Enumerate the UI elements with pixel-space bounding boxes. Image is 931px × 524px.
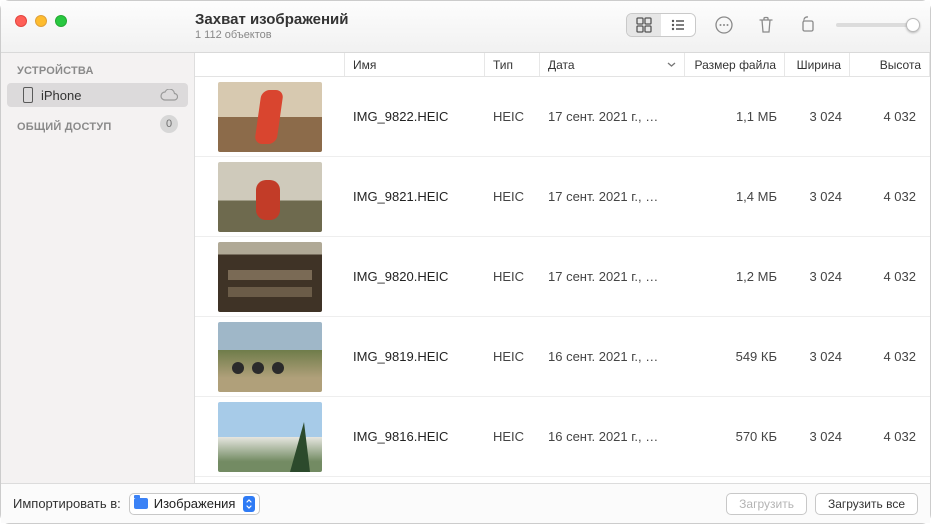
cell-name: IMG_9820.HEIC <box>345 269 485 284</box>
col-size[interactable]: Размер файла <box>685 53 785 76</box>
sidebar-device-label: iPhone <box>41 88 81 103</box>
rotate-button[interactable] <box>794 13 822 37</box>
maximize-button[interactable] <box>55 15 67 27</box>
col-date[interactable]: Дата <box>540 53 685 76</box>
phone-icon <box>23 87 33 103</box>
table-row[interactable]: IMG_9819.HEIC HEIC 16 сент. 2021 г., … 5… <box>195 317 930 397</box>
thumbnail <box>218 402 322 472</box>
ellipsis-circle-icon <box>714 15 734 35</box>
thumbnail <box>218 242 322 312</box>
table-row[interactable]: IMG_9820.HEIC HEIC 17 сент. 2021 г., … 1… <box>195 237 930 317</box>
col-height[interactable]: Высота <box>850 53 930 76</box>
cell-type: HEIC <box>485 429 540 444</box>
cell-height: 4 032 <box>850 269 930 284</box>
table-body: IMG_9822.HEIC HEIC 17 сент. 2021 г., … 1… <box>195 77 930 483</box>
delete-button[interactable] <box>752 13 780 37</box>
cell-name: IMG_9819.HEIC <box>345 349 485 364</box>
chevron-down-icon <box>667 60 676 69</box>
cell-size: 1,4 МБ <box>685 189 785 204</box>
sidebar-item-iphone[interactable]: iPhone <box>7 83 188 107</box>
window-title: Захват изображений <box>195 11 348 28</box>
thumbnail <box>218 162 322 232</box>
sidebar: УСТРОЙСТВА iPhone ОБЩИЙ ДОСТУП x 0 <box>1 53 195 483</box>
cell-name: IMG_9821.HEIC <box>345 189 485 204</box>
close-button[interactable] <box>15 15 27 27</box>
cell-size: 570 КБ <box>685 429 785 444</box>
grid-icon <box>636 17 652 33</box>
window-controls <box>15 15 195 27</box>
cell-type: HEIC <box>485 109 540 124</box>
trash-icon <box>757 15 775 35</box>
thumbnail <box>218 322 322 392</box>
cell-date: 17 сент. 2021 г., … <box>540 269 685 284</box>
cell-date: 17 сент. 2021 г., … <box>540 109 685 124</box>
sidebar-devices-header: УСТРОЙСТВА <box>1 61 194 81</box>
cell-height: 4 032 <box>850 189 930 204</box>
more-button[interactable] <box>710 13 738 37</box>
col-date-label: Дата <box>548 58 575 72</box>
cell-height: 4 032 <box>850 349 930 364</box>
cell-width: 3 024 <box>785 429 850 444</box>
col-width[interactable]: Ширина <box>785 53 850 76</box>
zoom-slider[interactable] <box>836 23 916 27</box>
zoom-slider-knob[interactable] <box>906 18 920 32</box>
view-list-button[interactable] <box>661 14 695 36</box>
titlebar: Захват изображений 1 112 объектов <box>1 1 930 53</box>
table-row[interactable]: IMG_9822.HEIC HEIC 17 сент. 2021 г., … 1… <box>195 77 930 157</box>
cell-name: IMG_9816.HEIC <box>345 429 485 444</box>
cell-date: 17 сент. 2021 г., … <box>540 189 685 204</box>
cell-size: 549 КБ <box>685 349 785 364</box>
cell-width: 3 024 <box>785 269 850 284</box>
destination-select[interactable]: Изображения <box>129 493 261 515</box>
col-name[interactable]: Имя <box>345 53 485 76</box>
table-header: Имя Тип Дата Размер файла Ширина Высота <box>195 53 930 77</box>
cell-height: 4 032 <box>850 109 930 124</box>
toolbar <box>626 13 916 37</box>
view-grid-button[interactable] <box>627 14 661 36</box>
destination-label: Изображения <box>154 496 236 511</box>
window-subtitle: 1 112 объектов <box>195 29 348 41</box>
updown-icon <box>243 496 255 512</box>
col-type[interactable]: Тип <box>485 53 540 76</box>
cell-size: 1,1 МБ <box>685 109 785 124</box>
cell-width: 3 024 <box>785 189 850 204</box>
cell-width: 3 024 <box>785 349 850 364</box>
download-button[interactable]: Загрузить <box>726 493 807 515</box>
table-row[interactable]: IMG_9821.HEIC HEIC 17 сент. 2021 г., … 1… <box>195 157 930 237</box>
table-row[interactable]: IMG_9816.HEIC HEIC 16 сент. 2021 г., … 5… <box>195 397 930 477</box>
thumbnail <box>218 82 322 152</box>
list-icon <box>670 17 686 33</box>
minimize-button[interactable] <box>35 15 47 27</box>
cell-size: 1,2 МБ <box>685 269 785 284</box>
title-block: Захват изображений 1 112 объектов <box>195 11 348 41</box>
cell-type: HEIC <box>485 269 540 284</box>
footer: Импортировать в: Изображения Загрузить З… <box>1 483 930 523</box>
cell-width: 3 024 <box>785 109 850 124</box>
cell-date: 16 сент. 2021 г., … <box>540 429 685 444</box>
cloud-icon <box>160 89 178 101</box>
sidebar-shared-header: ОБЩИЙ ДОСТУП <box>1 117 194 137</box>
cell-height: 4 032 <box>850 429 930 444</box>
rotate-icon <box>798 15 818 35</box>
cell-name: IMG_9822.HEIC <box>345 109 485 124</box>
import-to-label: Импортировать в: <box>13 496 121 511</box>
main-pane: Имя Тип Дата Размер файла Ширина Высота … <box>195 53 930 483</box>
cell-type: HEIC <box>485 189 540 204</box>
cell-type: HEIC <box>485 349 540 364</box>
cell-date: 16 сент. 2021 г., … <box>540 349 685 364</box>
download-all-button[interactable]: Загрузить все <box>815 493 918 515</box>
folder-icon <box>134 498 148 509</box>
view-switcher <box>626 13 696 37</box>
